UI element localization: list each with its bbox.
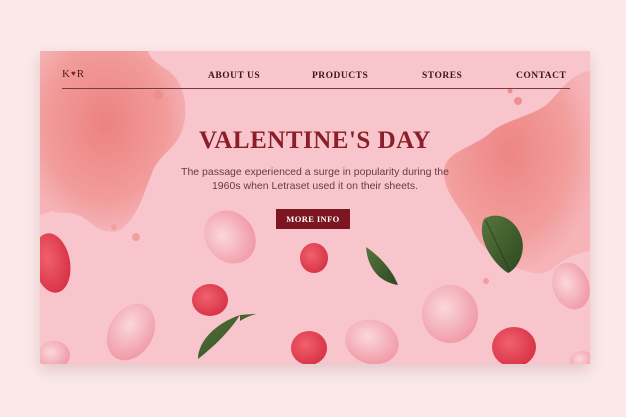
nav-divider bbox=[62, 88, 570, 89]
hero-title: VALENTINE'S DAY bbox=[199, 127, 431, 154]
petals-decoration bbox=[40, 51, 590, 364]
logo-letter-right: R bbox=[76, 68, 86, 80]
petal-icon bbox=[492, 327, 536, 364]
landing-page-card: K♥R ABOUT US PRODUCTS STORES CONTACT VAL… bbox=[40, 51, 590, 364]
petal-icon bbox=[291, 331, 327, 364]
nav-contact[interactable]: CONTACT bbox=[516, 71, 566, 81]
petal-icon bbox=[422, 285, 478, 343]
leaf-icon bbox=[366, 247, 398, 285]
petal-icon bbox=[300, 243, 328, 273]
petal-icon bbox=[345, 319, 399, 364]
petal-icon bbox=[204, 210, 256, 264]
petal-icon bbox=[40, 233, 71, 293]
petal-icon bbox=[192, 284, 228, 316]
leaf-icon bbox=[198, 313, 256, 359]
logo[interactable]: K♥R bbox=[62, 68, 85, 80]
nav-stores[interactable]: STORES bbox=[422, 71, 462, 81]
petal-icon bbox=[40, 341, 70, 364]
top-nav: K♥R ABOUT US PRODUCTS STORES CONTACT bbox=[40, 51, 590, 91]
petal-icon bbox=[570, 351, 590, 364]
petal-icon bbox=[106, 303, 156, 361]
logo-letter-left: K bbox=[62, 68, 71, 80]
hero-description: The passage experienced a surge in popul… bbox=[181, 166, 449, 192]
nav-products[interactable]: PRODUCTS bbox=[312, 71, 368, 81]
nav-about-us[interactable]: ABOUT US bbox=[208, 71, 260, 81]
more-info-button[interactable]: MORE INFO bbox=[276, 209, 350, 229]
